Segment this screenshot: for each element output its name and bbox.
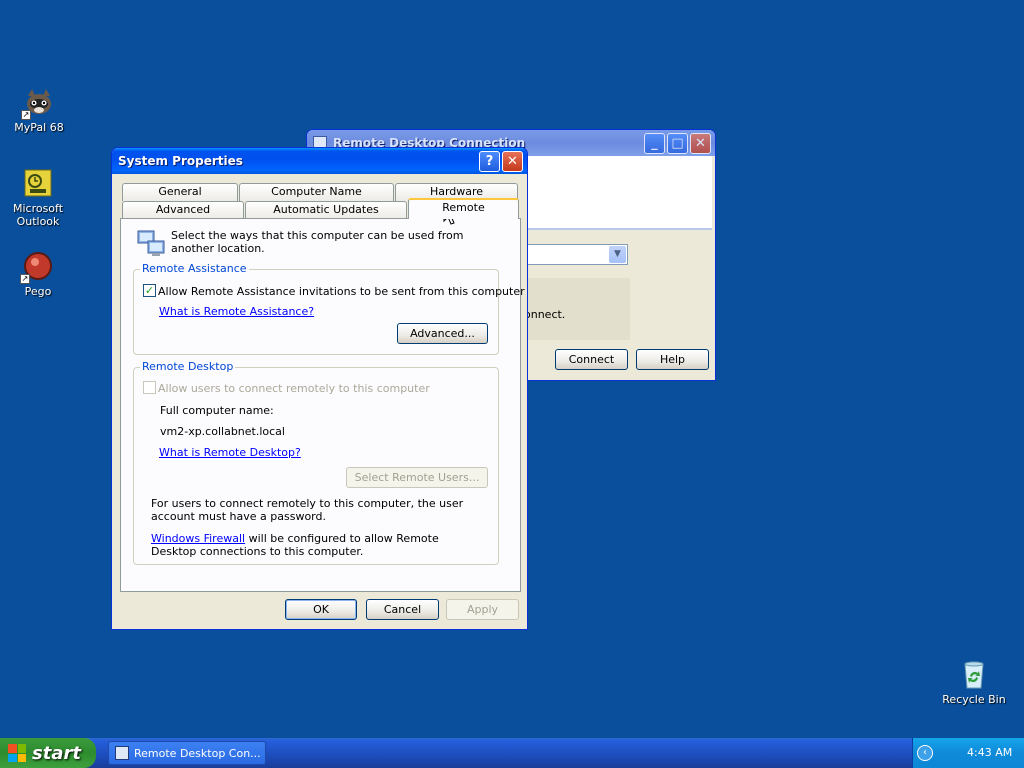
- remote-desktop-checkbox[interactable]: [143, 381, 156, 394]
- recycle-bin-icon: [958, 658, 990, 690]
- connect-button[interactable]: Connect: [555, 349, 628, 370]
- desktop-icon-label: MyPal 68: [14, 121, 64, 134]
- firewall-note: Windows Firewall will be configured to a…: [151, 532, 461, 558]
- question-mark-icon: ?: [485, 153, 494, 169]
- help-button[interactable]: Help: [636, 349, 709, 370]
- tab-advanced[interactable]: Advanced: [122, 201, 244, 219]
- show-hidden-icons-button[interactable]: ‹: [917, 745, 933, 761]
- desktop-icon-mypal[interactable]: ↗ MyPal 68: [1, 86, 77, 134]
- remote-assistance-checkbox-label[interactable]: Allow Remote Assistance invitations to b…: [158, 285, 525, 298]
- help-button[interactable]: ?: [479, 150, 500, 172]
- raccoon-browser-icon: ↗: [21, 86, 55, 120]
- shortcut-arrow-icon: ↗: [20, 274, 30, 284]
- full-computer-name-label: Full computer name:: [160, 404, 274, 417]
- remote-assistance-group: Remote Assistance ✓ Allow Remote Assista…: [133, 262, 525, 355]
- chevron-down-icon[interactable]: ▼: [609, 246, 626, 263]
- checkmark-icon: ✓: [144, 284, 155, 297]
- taskbar-item-label: Remote Desktop Con...: [134, 746, 261, 760]
- remote-desktop-app-icon: [115, 746, 129, 760]
- desktop-icon-recycle-bin[interactable]: Recycle Bin: [936, 658, 1012, 706]
- dialog-title: System Properties: [118, 154, 243, 168]
- cancel-button[interactable]: Cancel: [366, 599, 439, 620]
- close-button[interactable]: ✕: [690, 132, 711, 154]
- minimize-icon: _: [651, 135, 658, 151]
- desktop-icon-outlook[interactable]: Microsoft Outlook: [0, 167, 76, 228]
- what-is-remote-assistance-link[interactable]: What is Remote Assistance?: [159, 305, 314, 318]
- remote-desktop-group-label: Remote Desktop: [140, 360, 236, 373]
- password-note: For users to connect remotely to this co…: [151, 497, 464, 523]
- outlook-icon: [22, 167, 54, 199]
- windows-flag-icon: [8, 744, 26, 762]
- shortcut-arrow-icon: ↗: [21, 110, 31, 120]
- what-is-remote-desktop-link[interactable]: What is Remote Desktop?: [159, 446, 301, 459]
- advanced-button[interactable]: Advanced...: [397, 323, 488, 344]
- tab-remote[interactable]: Remote: [408, 198, 519, 219]
- clock[interactable]: 4:43 AM: [967, 746, 1012, 759]
- remote-desktop-group: Remote Desktop Allow users to connect re…: [133, 360, 499, 565]
- taskbar-item-remote-desktop[interactable]: Remote Desktop Con...: [108, 741, 266, 765]
- tab-computer-name[interactable]: Computer Name: [239, 183, 394, 201]
- close-button[interactable]: ✕: [502, 150, 523, 172]
- desktop-icon-label: Pego: [24, 285, 52, 298]
- remote-tab-page: Select the ways that this computer can b…: [120, 218, 525, 592]
- remote-assistance-group-label: Remote Assistance: [140, 262, 249, 275]
- start-button[interactable]: start: [0, 738, 96, 768]
- network-computers-icon: [135, 227, 167, 259]
- start-label: start: [32, 742, 81, 764]
- pego-icon: ↗: [20, 250, 54, 284]
- desktop-icon-pego[interactable]: ↗ Pego: [0, 250, 76, 298]
- tab-automatic-updates[interactable]: Automatic Updates: [245, 201, 407, 219]
- minimize-button[interactable]: _: [644, 132, 665, 154]
- desktop-icon-label: Microsoft Outlook: [12, 202, 64, 228]
- tab-general[interactable]: General: [122, 183, 238, 201]
- system-tray: ‹ 4:43 AM: [912, 738, 1024, 768]
- rdc-partial-text: onnect.: [524, 308, 566, 321]
- select-remote-users-button[interactable]: Select Remote Users...: [346, 467, 488, 488]
- close-icon: ✕: [507, 153, 518, 169]
- maximize-button[interactable]: □: [667, 132, 688, 154]
- close-icon: ✕: [695, 135, 706, 151]
- intro-text: Select the ways that this computer can b…: [171, 229, 464, 255]
- taskbar: start Remote Desktop Con... ‹ 4:43 AM: [0, 738, 1024, 768]
- apply-button[interactable]: Apply: [446, 599, 519, 620]
- system-properties-titlebar[interactable]: System Properties ? ✕: [112, 148, 527, 174]
- system-properties-dialog: System Properties ? ✕ General Computer N…: [111, 147, 528, 630]
- ok-button[interactable]: OK: [285, 599, 357, 620]
- maximize-icon: □: [671, 135, 684, 151]
- remote-assistance-checkbox[interactable]: ✓: [143, 284, 156, 297]
- desktop-icon-label: Recycle Bin: [942, 693, 1006, 706]
- windows-firewall-link[interactable]: Windows Firewall: [151, 532, 245, 545]
- computer-combobox[interactable]: ▼: [522, 244, 628, 265]
- remote-desktop-checkbox-label[interactable]: Allow users to connect remotely to this …: [158, 382, 430, 395]
- full-computer-name-value: vm2-xp.collabnet.local: [160, 425, 285, 438]
